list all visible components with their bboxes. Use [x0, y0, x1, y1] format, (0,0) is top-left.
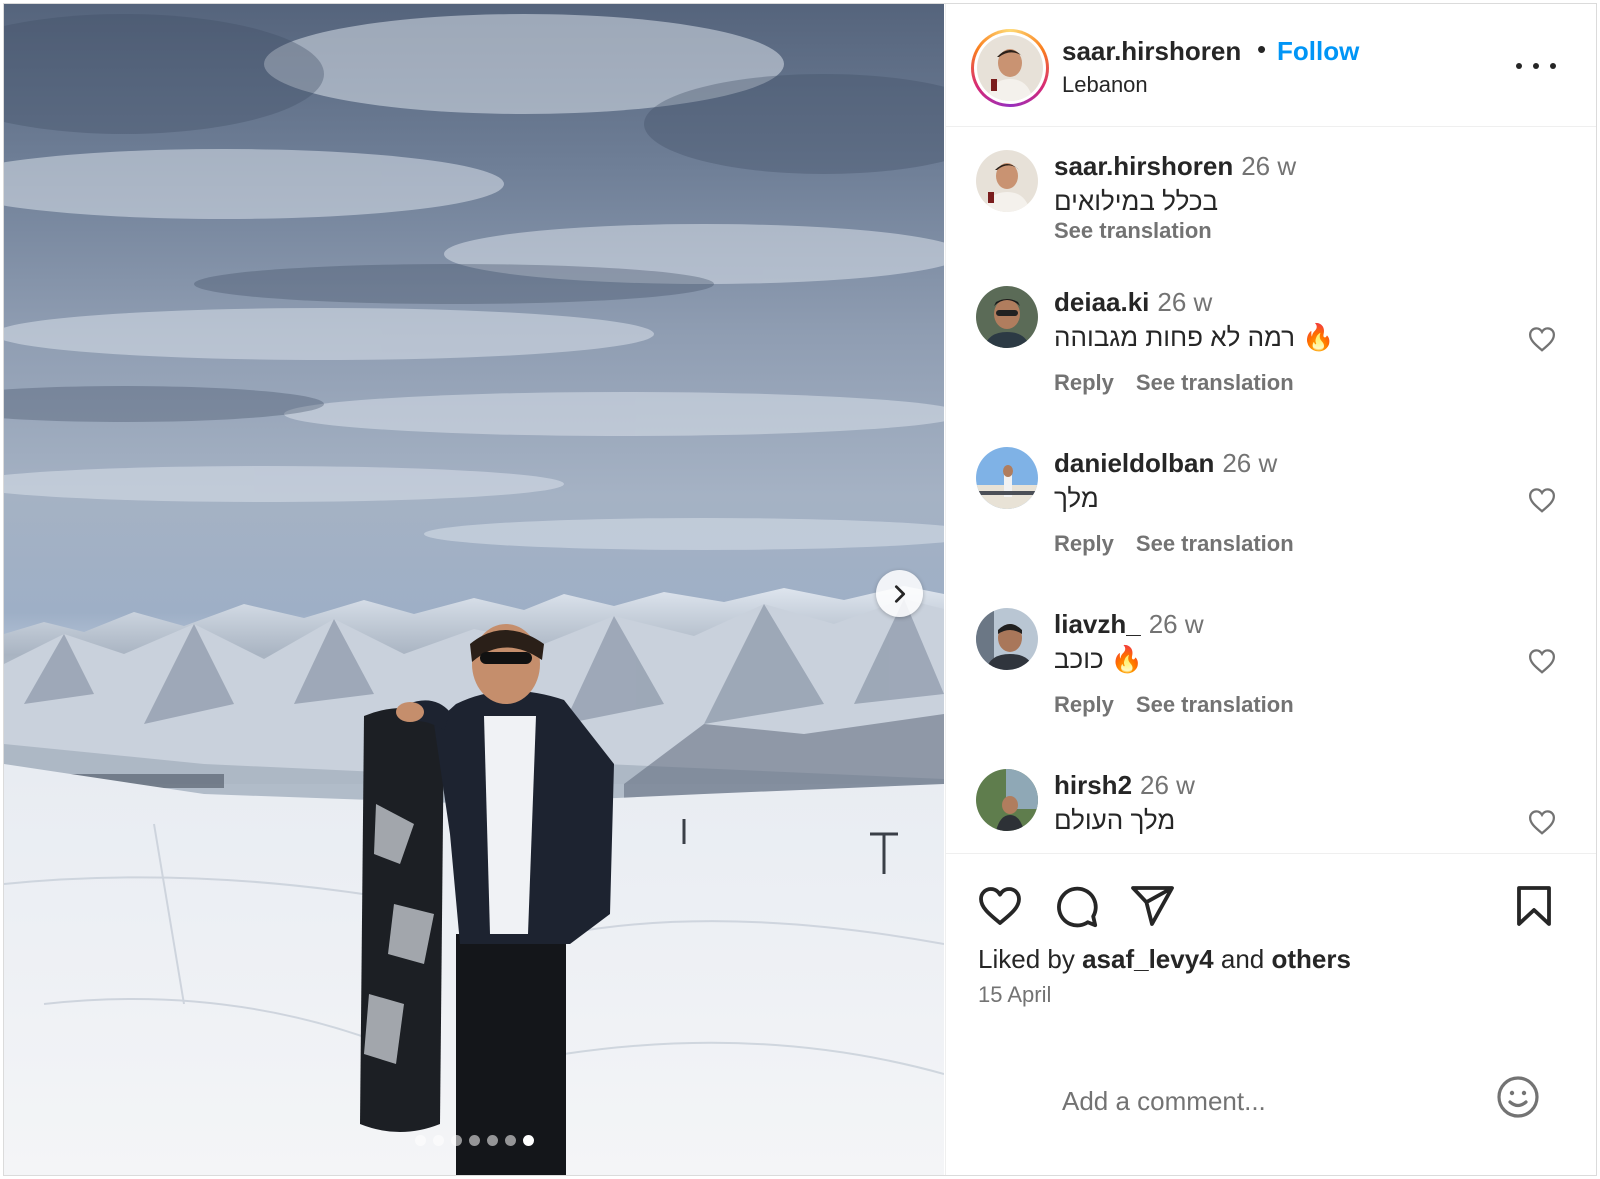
separator-dot: • — [1257, 34, 1267, 64]
like-comment-heart-icon[interactable] — [1526, 485, 1558, 515]
post-header: saar.hirshoren • Follow Lebanon — [946, 4, 1596, 127]
comment-username-row: liavzh_ 26 w — [1054, 609, 1204, 640]
carousel-indicator — [4, 1135, 944, 1146]
carousel-dot — [432, 1135, 444, 1146]
liked-by-others-link[interactable]: others — [1272, 944, 1351, 974]
reply-button[interactable]: Reply — [1054, 370, 1114, 395]
comment-username-row: deiaa.ki 26 w — [1054, 287, 1212, 318]
carousel-dot — [468, 1135, 480, 1146]
add-comment-input[interactable] — [1062, 1081, 1482, 1121]
post-author-username[interactable]: saar.hirshoren — [1062, 36, 1241, 67]
post-photo[interactable] — [4, 4, 944, 1175]
comment-username-row: hirsh2 26 w — [1054, 770, 1195, 801]
avatar[interactable] — [976, 769, 1038, 831]
post-dialog: saar.hirshoren • Follow Lebanon saar.hir… — [3, 3, 1597, 1176]
comments-list[interactable]: saar.hirshoren 26 w בכלל במילואים See tra… — [946, 128, 1596, 853]
carousel-dot — [450, 1135, 462, 1146]
share-icon[interactable] — [1128, 882, 1176, 930]
comment-username[interactable]: liavzh_ — [1054, 609, 1141, 639]
see-translation-link[interactable]: See translation — [1136, 692, 1294, 717]
comment-time[interactable]: 26 w — [1140, 770, 1195, 800]
snow-mountain-photo — [4, 14, 944, 1175]
comment-time[interactable]: 26 w — [1149, 609, 1204, 639]
avatar[interactable] — [976, 608, 1038, 670]
heart-icon[interactable] — [976, 882, 1024, 930]
story-ring[interactable] — [971, 29, 1049, 107]
comment-text: מלך העולם — [1054, 805, 1176, 835]
more-options-button[interactable] — [1516, 54, 1556, 78]
avatar[interactable] — [976, 447, 1038, 509]
comment-username[interactable]: danieldolban — [1054, 448, 1214, 478]
post-location[interactable]: Lebanon — [1062, 72, 1148, 98]
reply-button[interactable]: Reply — [1054, 531, 1114, 556]
comment-text: מלך — [1054, 483, 1099, 513]
caption-text: בכלל במילואים — [1054, 186, 1219, 216]
avatar[interactable] — [976, 150, 1038, 212]
comment-time[interactable]: 26 w — [1222, 448, 1277, 478]
see-translation-link[interactable]: See translation — [1054, 218, 1212, 244]
more-icon — [1516, 63, 1522, 69]
comment-text: רמה לא פחות מגבוהה 🔥 — [1054, 322, 1335, 352]
carousel-next-button[interactable] — [876, 570, 923, 617]
post-date[interactable]: 15 April — [978, 982, 1051, 1008]
comment-time[interactable]: 26 w — [1241, 151, 1296, 181]
avatar — [977, 35, 1043, 101]
carousel-dot — [504, 1135, 516, 1146]
follow-button[interactable]: Follow — [1277, 36, 1359, 67]
liked-by-user-link[interactable]: asaf_levy4 — [1082, 944, 1214, 974]
carousel-dot — [522, 1135, 534, 1146]
chevron-right-icon — [894, 584, 905, 603]
comment-time[interactable]: 26 w — [1157, 287, 1212, 317]
liked-by-joiner: and — [1220, 944, 1265, 974]
comment-text: כוכב 🔥 — [1054, 644, 1144, 674]
post-details-panel: saar.hirshoren • Follow Lebanon saar.hir… — [945, 4, 1596, 1175]
see-translation-link[interactable]: See translation — [1136, 531, 1294, 556]
comment-username[interactable]: deiaa.ki — [1054, 287, 1149, 317]
comment-username-row: saar.hirshoren 26 w — [1054, 151, 1296, 182]
comment-username[interactable]: hirsh2 — [1054, 770, 1132, 800]
like-comment-heart-icon[interactable] — [1526, 807, 1558, 837]
comment-actions: Reply See translation — [1054, 692, 1316, 718]
post-actions: Liked by asaf_levy4 and others 15 April — [946, 853, 1596, 1053]
carousel-dot — [414, 1135, 426, 1146]
comment-username-row: danieldolban 26 w — [1054, 448, 1277, 479]
bookmark-icon[interactable] — [1510, 882, 1558, 930]
liked-by-prefix: Liked by — [978, 944, 1075, 974]
like-comment-heart-icon[interactable] — [1526, 324, 1558, 354]
carousel-dot — [486, 1135, 498, 1146]
reply-button[interactable]: Reply — [1054, 692, 1114, 717]
see-translation-link[interactable]: See translation — [1136, 370, 1294, 395]
emoji-icon[interactable] — [1494, 1073, 1542, 1121]
comment-actions: Reply See translation — [1054, 531, 1316, 557]
likes-summary: Liked by asaf_levy4 and others — [978, 944, 1351, 975]
add-comment-bar — [946, 1053, 1596, 1175]
avatar[interactable] — [976, 286, 1038, 348]
comment-actions: Reply See translation — [1054, 370, 1316, 396]
like-comment-heart-icon[interactable] — [1526, 646, 1558, 676]
comment-icon[interactable] — [1052, 882, 1100, 930]
comment-username[interactable]: saar.hirshoren — [1054, 151, 1233, 181]
